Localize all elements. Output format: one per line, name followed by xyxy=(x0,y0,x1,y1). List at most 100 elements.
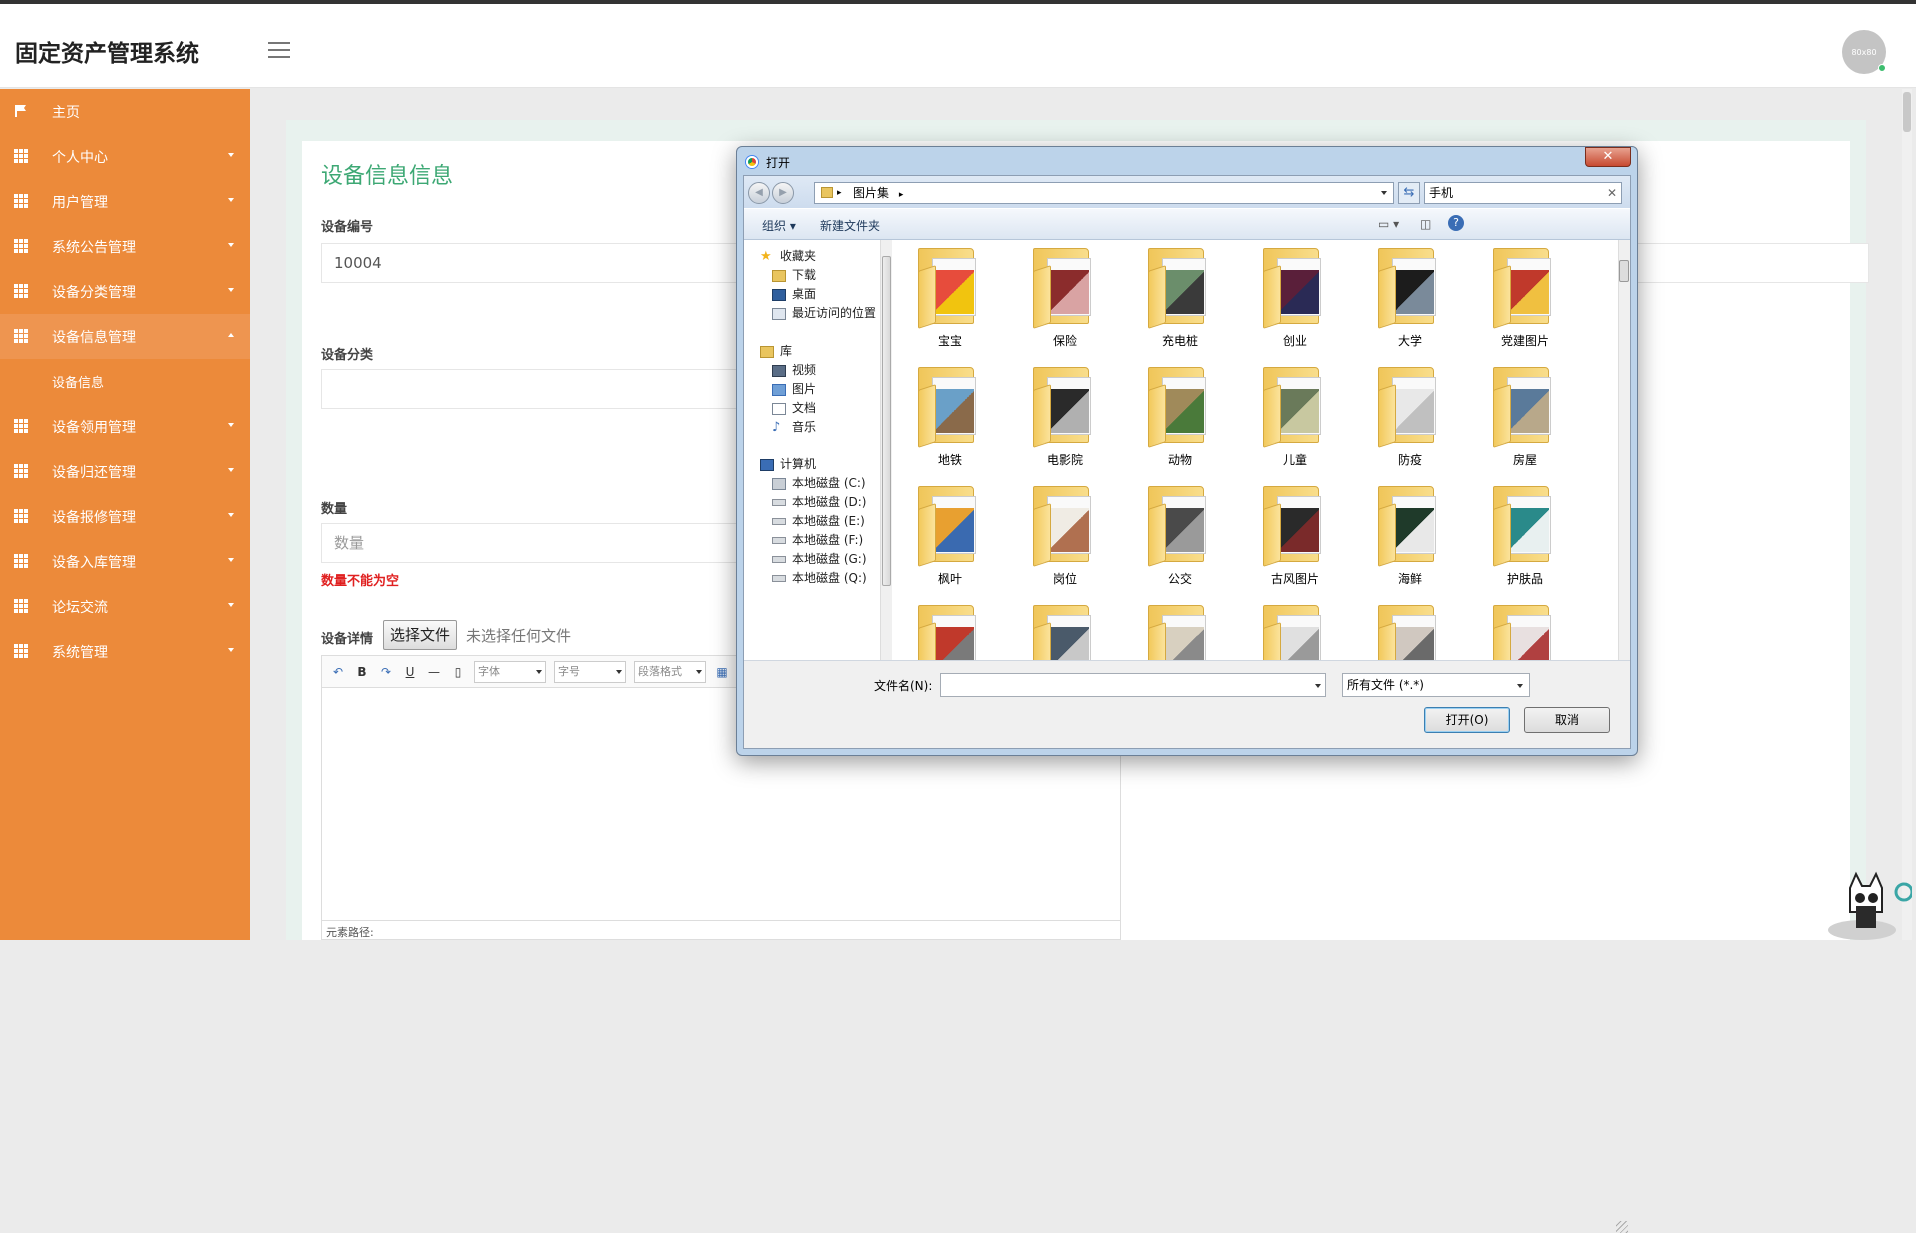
choose-file-button[interactable]: 选择文件 xyxy=(383,620,458,650)
font-size-select[interactable]: 字号 xyxy=(554,660,626,683)
nav-pane-item[interactable]: 本地磁盘 (F:) xyxy=(772,530,863,550)
file-list-scrollbar[interactable] xyxy=(1618,240,1630,660)
folder-item[interactable] xyxy=(1364,599,1456,660)
nav-pane-item[interactable]: 本地磁盘 (D:) xyxy=(772,492,866,512)
sidebar-item[interactable]: 设备分类管理 xyxy=(0,269,250,314)
sidebar-item[interactable]: 系统管理 xyxy=(0,629,250,674)
help-icon[interactable]: ? xyxy=(1448,215,1464,231)
folder-item[interactable]: 房屋 xyxy=(1479,361,1571,479)
grid-icon xyxy=(14,509,28,523)
folder-item[interactable]: 海鲜 xyxy=(1364,480,1456,598)
sidebar-item[interactable]: 设备报修管理 xyxy=(0,494,250,539)
folder-item[interactable] xyxy=(904,599,996,660)
folder-item[interactable] xyxy=(1134,599,1226,660)
nav-pane-item[interactable]: 最近访问的位置 xyxy=(772,303,876,323)
sidebar-item[interactable]: 设备领用管理 xyxy=(0,404,250,449)
folder-item[interactable]: 古风图片 xyxy=(1249,480,1341,598)
new-folder-button[interactable]: 新建文件夹 xyxy=(820,217,880,234)
folder-item[interactable]: 枫叶 xyxy=(904,480,996,598)
document-icon[interactable]: ▯ xyxy=(450,665,466,679)
page-scrollbar-thumb[interactable] xyxy=(1903,92,1911,132)
nav-pane-item[interactable]: ♪ 音乐 xyxy=(772,417,816,437)
address-field[interactable]: ▸ 图片集 ▸ xyxy=(814,182,1394,204)
folder-icon xyxy=(918,367,978,448)
folder-item[interactable]: 岗位 xyxy=(1019,480,1111,598)
filename-input[interactable] xyxy=(940,673,1326,697)
nav-pane-item[interactable]: 图片 xyxy=(772,379,816,399)
sidebar-item[interactable]: 设备入库管理 xyxy=(0,539,250,584)
sidebar-subitem[interactable]: 设备信息 xyxy=(0,359,250,404)
folder-item[interactable]: 防疫 xyxy=(1364,361,1456,479)
address-dropdown-icon[interactable] xyxy=(1381,191,1387,195)
bold-icon[interactable]: B xyxy=(354,665,370,679)
sidebar-item[interactable]: 论坛交流 xyxy=(0,584,250,629)
sidebar-item[interactable]: 主页 xyxy=(0,89,250,134)
sidebar-item[interactable]: 设备信息管理 xyxy=(0,314,250,359)
back-button[interactable]: ◀ xyxy=(748,182,770,204)
cancel-button[interactable]: 取消 xyxy=(1524,707,1610,733)
filetype-dropdown-icon[interactable] xyxy=(1517,684,1523,688)
underline-icon[interactable]: U xyxy=(402,665,418,679)
undo-icon[interactable]: ↶ xyxy=(330,665,346,679)
paragraph-format-select[interactable]: 段落格式 xyxy=(634,660,706,683)
folder-item[interactable]: 地铁 xyxy=(904,361,996,479)
folder-item[interactable]: 党建图片 xyxy=(1479,242,1571,360)
folder-item[interactable]: 保险 xyxy=(1019,242,1111,360)
folder-item[interactable]: 充电桩 xyxy=(1134,242,1226,360)
file-list-scroll-thumb[interactable] xyxy=(1619,260,1629,282)
resize-grip[interactable] xyxy=(1616,1221,1628,1233)
folder-icon xyxy=(1378,248,1438,329)
nav-pane-label: 桌面 xyxy=(792,287,817,301)
folder-item[interactable]: 创业 xyxy=(1249,242,1341,360)
dialog-close-button[interactable]: ✕ xyxy=(1585,147,1631,167)
refresh-button[interactable]: ⇆ xyxy=(1398,182,1420,204)
nav-pane-item[interactable]: 下载 xyxy=(772,265,816,285)
sidebar-item[interactable]: 系统公告管理 xyxy=(0,224,250,269)
nav-pane-item[interactable]: 计算机 xyxy=(760,454,816,474)
filename-dropdown-icon[interactable] xyxy=(1315,684,1321,688)
open-button[interactable]: 打开(O) xyxy=(1424,707,1510,733)
redo-icon[interactable]: ↷ xyxy=(378,665,394,679)
nav-pane-item[interactable]: 本地磁盘 (G:) xyxy=(772,549,867,569)
dialog-titlebar[interactable]: 打开 ✕ xyxy=(737,147,1637,175)
sidebar-item-label: 个人中心 xyxy=(52,149,108,166)
filetype-select[interactable]: 所有文件 (*.*) xyxy=(1342,673,1530,697)
breadcrumb[interactable]: 图片集 xyxy=(841,186,889,200)
nav-pane-item[interactable]: ★ 收藏夹 xyxy=(760,246,816,266)
folder-item[interactable]: 儿童 xyxy=(1249,361,1341,479)
menu-toggle-icon[interactable] xyxy=(268,42,290,60)
folder-item[interactable] xyxy=(1249,599,1341,660)
font-family-select[interactable]: 字体 xyxy=(474,660,546,683)
forward-button[interactable]: ▶ xyxy=(772,182,794,204)
page-scrollbar[interactable] xyxy=(1902,89,1912,940)
sidebar-item[interactable]: 用户管理 xyxy=(0,179,250,224)
folder-item[interactable]: 动物 xyxy=(1134,361,1226,479)
folder-item[interactable]: 护肤品 xyxy=(1479,480,1571,598)
nav-pane-item[interactable]: 视频 xyxy=(772,360,816,380)
nav-pane-item[interactable]: 本地磁盘 (C:) xyxy=(772,473,866,493)
nav-pane-item[interactable]: 库 xyxy=(760,341,792,361)
folder-item[interactable] xyxy=(1479,599,1571,660)
horizontal-rule-icon[interactable]: — xyxy=(426,665,442,679)
folder-item[interactable]: 大学 xyxy=(1364,242,1456,360)
field-label-quantity: 数量 xyxy=(321,502,348,517)
sidebar-item[interactable]: 设备归还管理 xyxy=(0,449,250,494)
table-icon[interactable]: ▦ xyxy=(714,665,730,679)
cat-mascot-icon[interactable] xyxy=(1812,868,1912,940)
nav-pane-item[interactable]: 本地磁盘 (E:) xyxy=(772,511,865,531)
organize-menu[interactable]: 组织 ▾ xyxy=(762,217,796,234)
preview-pane-icon[interactable]: ◫ xyxy=(1420,217,1431,231)
nav-pane-item[interactable]: 桌面 xyxy=(772,284,816,304)
folder-icon xyxy=(1033,605,1093,660)
nav-pane-item[interactable]: 文档 xyxy=(772,398,816,418)
clear-search-icon[interactable]: ✕ xyxy=(1607,183,1617,203)
folder-item[interactable]: 电影院 xyxy=(1019,361,1111,479)
view-options-icon[interactable]: ▭ ▾ xyxy=(1378,217,1399,231)
sidebar-item[interactable]: 个人中心 xyxy=(0,134,250,179)
folder-item[interactable]: 宝宝 xyxy=(904,242,996,360)
nav-pane-item[interactable]: 本地磁盘 (Q:) xyxy=(772,568,867,588)
search-input[interactable]: 手机 ✕ xyxy=(1424,182,1622,204)
navigation-pane-scroll-thumb[interactable] xyxy=(882,256,891,586)
folder-item[interactable]: 公交 xyxy=(1134,480,1226,598)
folder-item[interactable] xyxy=(1019,599,1111,660)
